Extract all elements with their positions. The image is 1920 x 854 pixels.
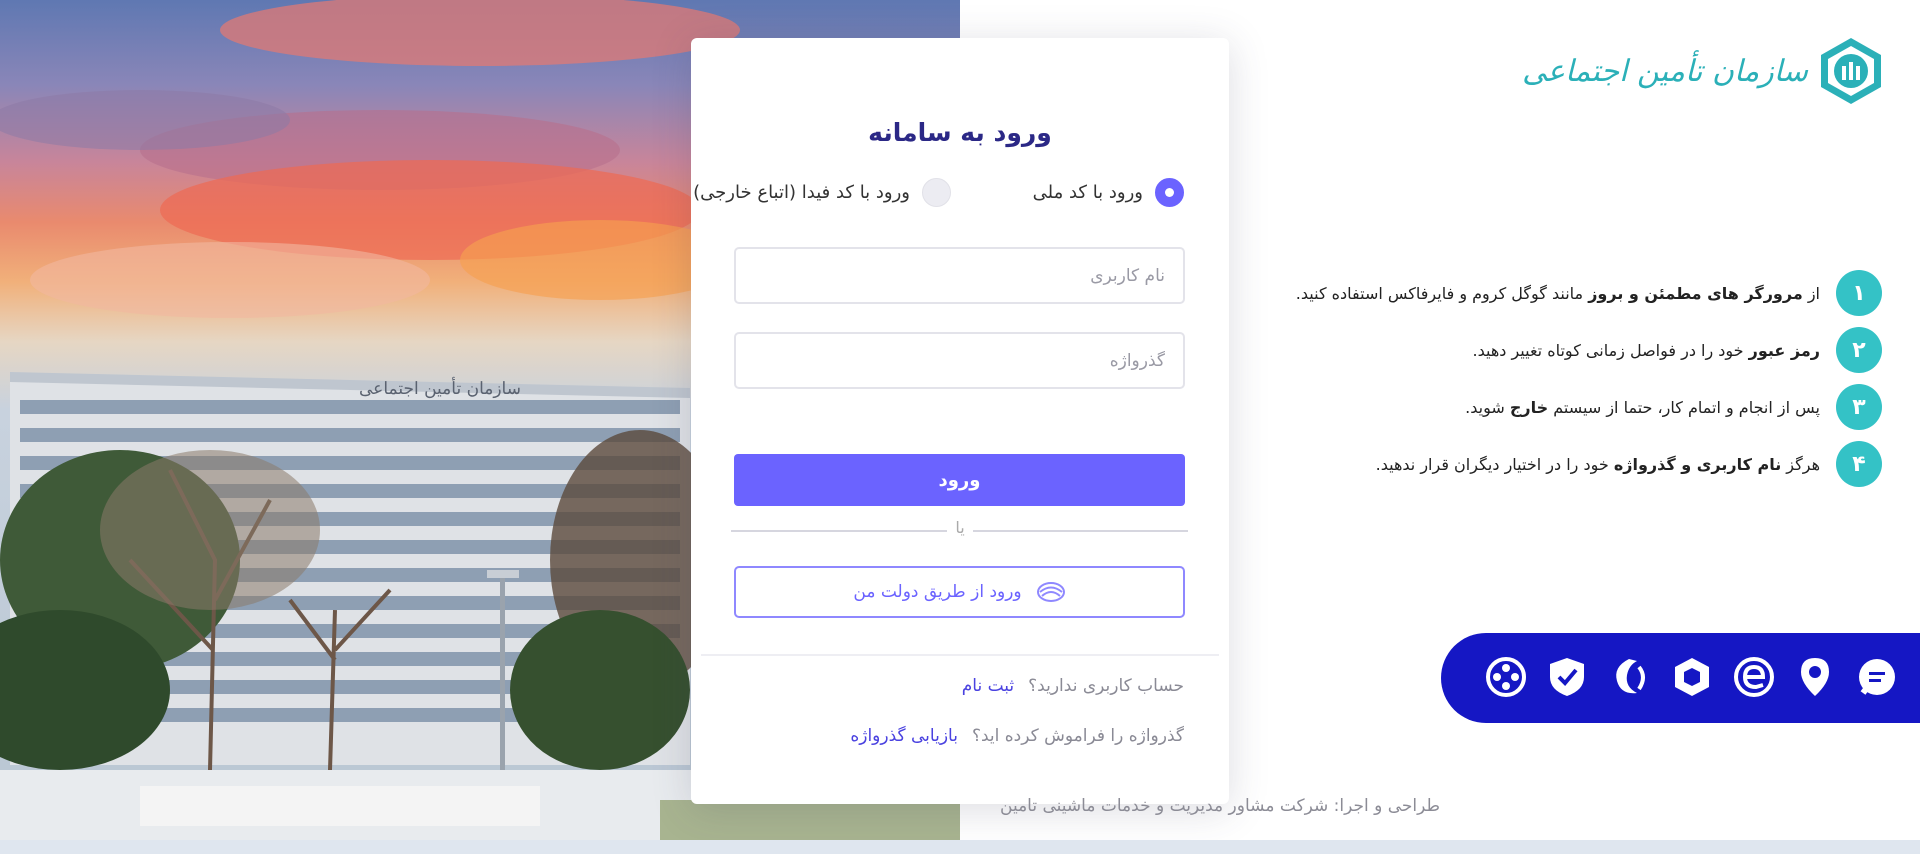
username-input[interactable] bbox=[734, 247, 1185, 304]
radio-national-code-label: ورود با کد ملی bbox=[1032, 182, 1143, 203]
register-row: حساب کاربری ندارید؟ ثبت نام bbox=[962, 676, 1184, 696]
tip-item: ۳ پس از انجام و اتمام کار، حتما از سیستم… bbox=[1296, 384, 1882, 430]
tip-text: پس از انجام و اتمام کار، حتما از سیستم خ… bbox=[1465, 397, 1820, 417]
dolat-man-logo-icon bbox=[1036, 582, 1065, 602]
tip-item: ۲ رمز عبور خود را در فواصل زمانی کوتاه ت… bbox=[1296, 327, 1882, 373]
recover-row: گذرواژه را فراموش کرده اید؟ بازیابی گذروا… bbox=[850, 726, 1184, 746]
building-sign-text: سازمان تأمین اجتماعی bbox=[359, 376, 521, 399]
forgot-password-text: گذرواژه را فراموش کرده اید؟ bbox=[971, 726, 1184, 746]
tamin-logo: سازمان تأمین اجتماعی bbox=[1522, 36, 1884, 106]
tip-number: ۱ bbox=[1836, 270, 1882, 316]
recover-password-link[interactable]: بازیابی گذرواژه bbox=[850, 726, 958, 746]
e-service-icon[interactable] bbox=[1732, 655, 1776, 699]
dolat-man-login-label: ورود از طریق دولت من bbox=[853, 582, 1022, 602]
tip-item: ۴ هرگز نام کاربری و گذرواژه خود را در اخ… bbox=[1296, 441, 1882, 487]
tip-text: از مرورگر های مطمئن و بروز مانند گوگل کر… bbox=[1295, 283, 1820, 303]
tamin-emblem-icon bbox=[1821, 38, 1881, 104]
radio-fida-code-label: ورود با کد فیدا (اتباع خارجی) bbox=[693, 182, 910, 203]
security-tips-list: ۱ از مرورگر های مطمئن و بروز مانند گوگل … bbox=[1296, 270, 1882, 498]
card-separator bbox=[701, 654, 1219, 656]
radio-fida-code-indicator[interactable] bbox=[922, 178, 951, 207]
password-input[interactable] bbox=[734, 332, 1185, 389]
no-account-text: حساب کاربری ندارید؟ bbox=[1028, 676, 1184, 696]
logo-text: سازمان تأمین اجتماعی bbox=[1522, 53, 1808, 89]
register-link[interactable]: ثبت نام bbox=[962, 676, 1014, 696]
chat-service-icon[interactable] bbox=[1855, 655, 1899, 699]
dolat-man-login-button[interactable]: ورود از طریق دولت من bbox=[734, 566, 1185, 618]
bottom-strip bbox=[0, 840, 1920, 854]
tip-item: ۱ از مرورگر های مطمئن و بروز مانند گوگل … bbox=[1296, 270, 1882, 316]
radio-fida-code[interactable]: ورود با کد فیدا (اتباع خارجی) bbox=[693, 178, 951, 207]
radio-national-code-indicator[interactable] bbox=[1155, 178, 1184, 207]
film-reel-service-icon[interactable] bbox=[1484, 655, 1528, 699]
login-card: ورود به سامانه ورود با کد ملی ورود با کد… bbox=[691, 38, 1229, 804]
login-button[interactable]: ورود bbox=[734, 454, 1185, 506]
tip-text: رمز عبور خود را در فواصل زمانی کوتاه تغی… bbox=[1472, 340, 1820, 360]
tip-text: هرگز نام کاربری و گذرواژه خود را در اختی… bbox=[1375, 454, 1820, 474]
login-title: ورود به سامانه bbox=[868, 118, 1052, 147]
shield-check-service-icon[interactable] bbox=[1545, 655, 1589, 699]
tip-number: ۴ bbox=[1836, 441, 1882, 487]
hexagon-service-icon[interactable] bbox=[1670, 655, 1714, 699]
swirl-service-icon[interactable] bbox=[1607, 655, 1651, 699]
tip-number: ۲ bbox=[1836, 327, 1882, 373]
tip-number: ۳ bbox=[1836, 384, 1882, 430]
or-divider-text: یا bbox=[947, 518, 973, 537]
location-service-icon[interactable] bbox=[1793, 655, 1837, 699]
services-bar bbox=[1441, 633, 1920, 723]
footer-credit: طراحی و اجرا: شرکت مشاور مدیریت و خدمات … bbox=[1000, 796, 1441, 816]
login-method-radio-group: ورود با کد ملی ورود با کد فیدا (اتباع خا… bbox=[693, 178, 1184, 218]
radio-national-code[interactable]: ورود با کد ملی bbox=[1033, 178, 1184, 207]
